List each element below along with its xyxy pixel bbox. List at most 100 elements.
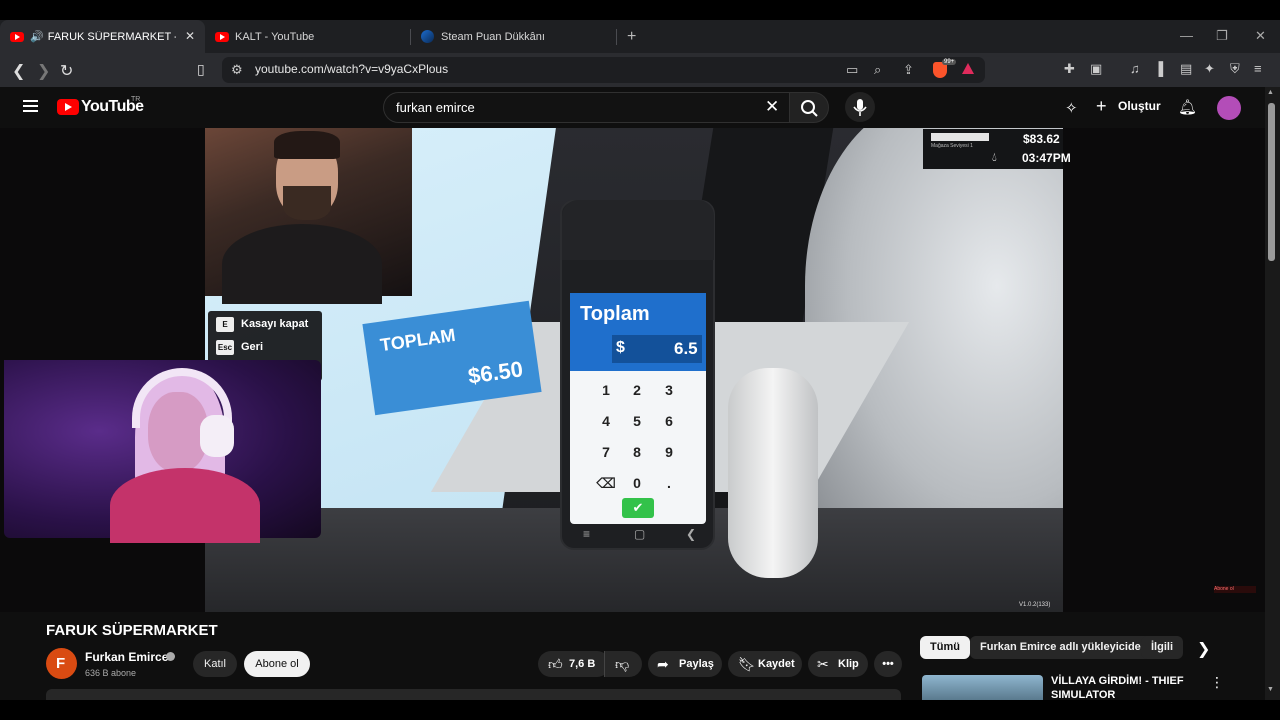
minimize-icon[interactable]: —	[1180, 28, 1193, 43]
tab-kalt[interactable]: KALT - YouTube	[205, 20, 410, 53]
keypad-key: 1	[602, 382, 610, 398]
chip-from-uploader[interactable]: Furkan Emirce adlı yükleyiciden	[970, 636, 1158, 659]
search-query[interactable]: furkan emirce	[396, 100, 475, 115]
more-icon: •••	[882, 658, 894, 670]
wallet-icon[interactable]: ▤	[1180, 61, 1192, 77]
hint-key-esc: Esc	[216, 340, 234, 355]
terminal-amount: 6.5	[674, 339, 698, 358]
hud-time: 03:47PM	[1022, 151, 1071, 165]
scissors-icon: ✂	[817, 656, 829, 672]
terminal-printer	[562, 200, 714, 260]
thumbs-down-icon: 👎︎	[615, 656, 630, 672]
channel-avatar[interactable]	[46, 648, 77, 679]
video-title: FARUK SÜPERMARKET	[46, 622, 218, 639]
hint-key-e: E	[216, 317, 234, 332]
save-label: Kaydet	[758, 658, 795, 670]
reload-icon[interactable]: ↻	[60, 61, 73, 81]
search-button[interactable]	[789, 92, 829, 123]
restore-icon[interactable]: ❐	[1216, 28, 1228, 44]
plus-icon: +	[1096, 96, 1107, 116]
subscriber-count: 636 B abone	[85, 668, 137, 678]
join-button[interactable]: Katıl	[193, 651, 237, 677]
bookmark-icon[interactable]: ▯	[197, 61, 205, 78]
description-box[interactable]	[46, 689, 901, 700]
back-icon[interactable]: ❮	[12, 61, 25, 81]
screen-bottom-bezel	[0, 700, 1280, 720]
youtube-favicon-icon	[10, 31, 24, 42]
tab-label: FARUK SÜPERMARKET - YouTube	[47, 30, 176, 43]
zoom-icon[interactable]: ⌕	[874, 62, 881, 78]
tab-label: KALT - YouTube	[235, 30, 315, 43]
headset-earcup	[200, 415, 234, 457]
clip-button[interactable]: ✂ Klip	[808, 651, 868, 677]
terminal-back-icon: ❮	[686, 527, 697, 541]
more-vertical-icon[interactable]: ⋮	[1210, 674, 1224, 691]
chip-all[interactable]: Tümü	[920, 636, 970, 659]
tab-steam[interactable]: Steam Puan Dükkânı	[411, 20, 616, 53]
notifications-bell-icon[interactable]: 🔔︎	[1178, 98, 1197, 116]
streamer-hair	[274, 131, 340, 159]
forward-icon[interactable]: ❯	[37, 61, 50, 81]
create-button[interactable]: Oluştur	[1118, 99, 1161, 113]
tab-faruk-supermarket[interactable]: 🔊 FARUK SÜPERMARKET - YouTube ✕	[0, 20, 205, 53]
subscribe-watermark[interactable]: Abone ol	[1214, 586, 1256, 593]
youtube-logo-icon[interactable]	[57, 99, 79, 115]
store-level-label: Mağaza Seviyesi 1	[931, 143, 973, 149]
sidebar-icon[interactable]: ▐	[1154, 61, 1163, 76]
share-page-icon[interactable]: ⇪	[903, 62, 914, 78]
media-icon[interactable]: ♫	[1130, 61, 1140, 76]
chevron-right-icon[interactable]: ❯	[1197, 639, 1210, 659]
share-label: Paylaş	[679, 658, 714, 670]
clip-label: Klip	[838, 658, 859, 670]
terminal-home-icon: ▢	[634, 527, 646, 541]
screenshot-icon[interactable]: ▣	[1090, 61, 1102, 77]
streamer-beard	[283, 186, 331, 220]
subscribe-button[interactable]: Abone ol	[244, 651, 310, 677]
leo-ai-icon[interactable]: ✦	[1204, 61, 1215, 77]
store-level-bar	[931, 133, 989, 141]
tab-label: Steam Puan Dükkânı	[441, 30, 545, 43]
steam-favicon-icon	[421, 30, 434, 43]
like-count: 7,6 B	[569, 658, 596, 670]
tab-separator	[616, 28, 617, 45]
screen-top-bezel	[0, 0, 1280, 20]
guide-menu-icon[interactable]	[23, 100, 38, 112]
window-close-icon[interactable]: ✕	[1255, 28, 1266, 44]
chip-related[interactable]: İlgili	[1141, 636, 1183, 659]
url-text[interactable]: youtube.com/watch?v=v9yaCxPlous	[255, 62, 448, 76]
cast-icon[interactable]: ▭	[846, 62, 858, 78]
browser-tabbar: 🔊 FARUK SÜPERMARKET - YouTube ✕ KALT - Y…	[0, 20, 1280, 53]
streamer-shirt	[222, 224, 382, 304]
site-info-icon[interactable]: ⚙	[231, 62, 243, 78]
ai-sparkle-icon[interactable]: ✧	[1065, 99, 1078, 117]
scrollbar-thumb[interactable]	[1268, 103, 1275, 261]
water-drop-icon: 💧︎	[992, 150, 997, 164]
streamer-dress	[110, 468, 260, 543]
keypad-key: 0	[633, 475, 641, 491]
menu-icon[interactable]: ≡	[1254, 61, 1262, 76]
shields-count-badge: 99+	[942, 59, 957, 65]
close-icon[interactable]: ✕	[185, 29, 195, 43]
region-code: TR	[131, 96, 141, 103]
scroll-up-icon[interactable]: ▲	[1267, 89, 1274, 96]
extensions-icon[interactable]: ✚	[1064, 61, 1075, 77]
share-button[interactable]: ➦ Paylaş	[648, 651, 722, 677]
verified-check-icon	[166, 652, 175, 661]
like-button[interactable]: 👍︎ 7,6 B	[538, 651, 610, 677]
keypad-key: 2	[633, 382, 641, 398]
keypad-key: .	[667, 475, 671, 491]
dislike-button[interactable]: 👎︎	[604, 651, 642, 677]
channel-name[interactable]: Furkan Emirce	[85, 650, 168, 664]
scroll-down-icon[interactable]: ▼	[1267, 686, 1274, 693]
recommended-title[interactable]: VİLLAYA GİRDİM! - THIEF SIMULATOR	[1051, 674, 1191, 700]
vpn-icon[interactable]: ⛨	[1230, 61, 1240, 77]
more-actions-button[interactable]: •••	[874, 651, 902, 677]
new-tab-button[interactable]: +	[627, 28, 636, 46]
keypad-backspace-key: ⌫	[596, 475, 616, 491]
recommended-thumbnail[interactable]	[922, 675, 1043, 700]
account-avatar[interactable]	[1217, 96, 1241, 120]
save-button[interactable]: 🔖︎ Kaydet	[728, 651, 802, 677]
brave-rewards-icon[interactable]	[962, 63, 974, 74]
voice-search-button[interactable]	[845, 92, 875, 122]
clear-search-icon[interactable]: ✕	[765, 97, 779, 117]
